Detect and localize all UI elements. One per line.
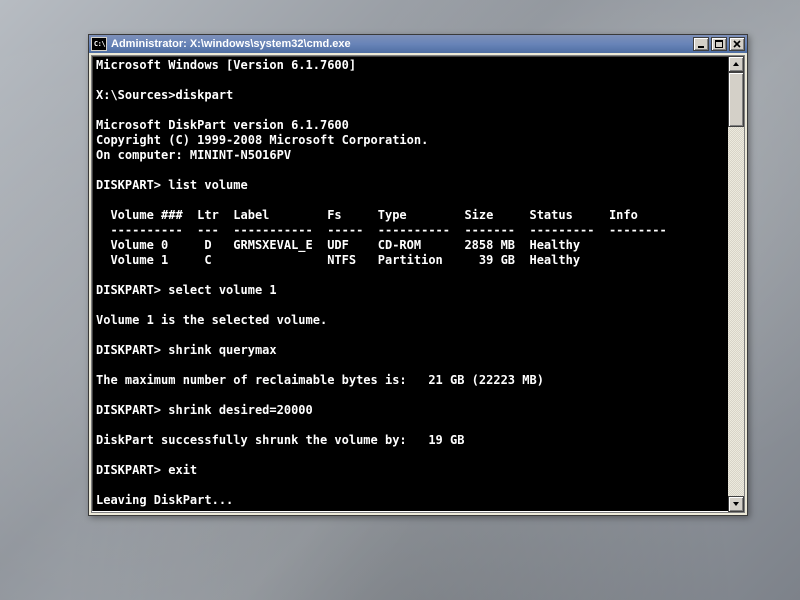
maximize-button[interactable] (711, 37, 727, 51)
cmd-window: C:\ Administrator: X:\windows\system32\c… (88, 34, 748, 516)
window-controls (691, 37, 745, 51)
desktop-background: C:\ Administrator: X:\windows\system32\c… (0, 0, 800, 600)
term-line: The maximum number of reclaimable bytes … (96, 373, 726, 388)
scroll-thumb[interactable] (728, 72, 744, 127)
term-line: DISKPART> exit (96, 463, 726, 478)
terminal-client: Microsoft Windows [Version 6.1.7600] X:\S… (91, 55, 745, 513)
term-line (96, 163, 726, 178)
cmd-icon: C:\ (91, 37, 107, 51)
term-line: DISKPART> shrink desired=20000 (96, 403, 726, 418)
scroll-down-button[interactable] (728, 496, 744, 512)
term-line: Volume ### Ltr Label Fs Type Size Status… (96, 208, 726, 223)
term-line (96, 73, 726, 88)
term-line: X:\Sources>diskpart (96, 88, 726, 103)
term-line (96, 448, 726, 463)
vertical-scrollbar[interactable] (728, 56, 744, 512)
term-line: Microsoft DiskPart version 6.1.7600 (96, 118, 726, 133)
close-button[interactable] (729, 37, 745, 51)
term-line (96, 418, 726, 433)
term-line: ---------- --- ----------- ----- -------… (96, 223, 726, 238)
titlebar[interactable]: C:\ Administrator: X:\windows\system32\c… (89, 35, 747, 53)
term-line (96, 268, 726, 283)
term-line (96, 358, 726, 373)
term-line: DISKPART> shrink querymax (96, 343, 726, 358)
term-line (96, 193, 726, 208)
term-line: On computer: MININT-N5O16PV (96, 148, 726, 163)
minimize-button[interactable] (693, 37, 709, 51)
term-line: DiskPart successfully shrunk the volume … (96, 433, 726, 448)
term-line (96, 478, 726, 493)
term-line: Volume 1 is the selected volume. (96, 313, 726, 328)
scroll-up-button[interactable] (728, 56, 744, 72)
term-line (96, 103, 726, 118)
term-line: DISKPART> list volume (96, 178, 726, 193)
term-line: DISKPART> select volume 1 (96, 283, 726, 298)
scroll-track[interactable] (728, 72, 744, 496)
term-line: Microsoft Windows [Version 6.1.7600] (96, 58, 726, 73)
term-line: Volume 1 C NTFS Partition 39 GB Healthy (96, 253, 726, 268)
term-line: Copyright (C) 1999-2008 Microsoft Corpor… (96, 133, 726, 148)
term-line (96, 508, 726, 513)
window-title: Administrator: X:\windows\system32\cmd.e… (111, 38, 691, 50)
term-line: Leaving DiskPart... (96, 493, 726, 508)
term-line: Volume 0 D GRMSXEVAL_E UDF CD-ROM 2858 M… (96, 238, 726, 253)
term-line (96, 388, 726, 403)
terminal-output[interactable]: Microsoft Windows [Version 6.1.7600] X:\S… (96, 58, 726, 510)
term-line (96, 328, 726, 343)
term-line (96, 298, 726, 313)
